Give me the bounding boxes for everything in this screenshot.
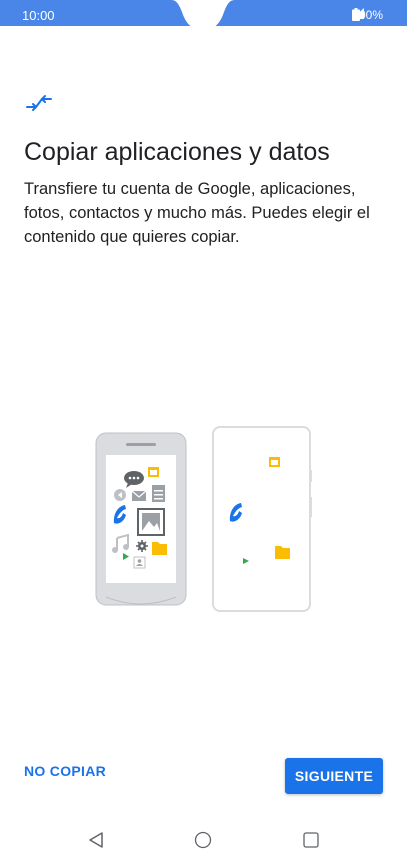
back-circle-icon xyxy=(114,489,126,501)
image-icon xyxy=(137,508,165,536)
status-time: 10:00 xyxy=(22,8,55,23)
calendar-icon-new xyxy=(269,457,280,467)
next-button[interactable]: SIGUIENTE xyxy=(285,758,383,794)
home-circle-icon[interactable] xyxy=(189,826,217,854)
status-bar-notch xyxy=(0,0,407,30)
page-title: Copiar aplicaciones y datos xyxy=(24,138,330,166)
status-bar: 10:00 100% xyxy=(0,0,407,30)
contact-icon xyxy=(133,556,146,569)
calendar-icon xyxy=(148,467,159,477)
phone-new-icon xyxy=(212,426,312,612)
mail-icon xyxy=(131,490,147,501)
skip-button[interactable]: NO COPIAR xyxy=(24,763,106,779)
transfer-illustration xyxy=(92,425,322,620)
document-icon xyxy=(152,485,165,502)
transfer-arrows-icon xyxy=(25,94,53,117)
battery-icon xyxy=(352,8,361,21)
recents-square-icon[interactable] xyxy=(297,826,325,854)
status-indicators: 100% xyxy=(352,8,383,22)
page-description: Transfiere tu cuenta de Google, aplicaci… xyxy=(24,180,370,246)
navigation-bar xyxy=(0,820,407,860)
back-triangle-icon[interactable] xyxy=(82,826,110,854)
